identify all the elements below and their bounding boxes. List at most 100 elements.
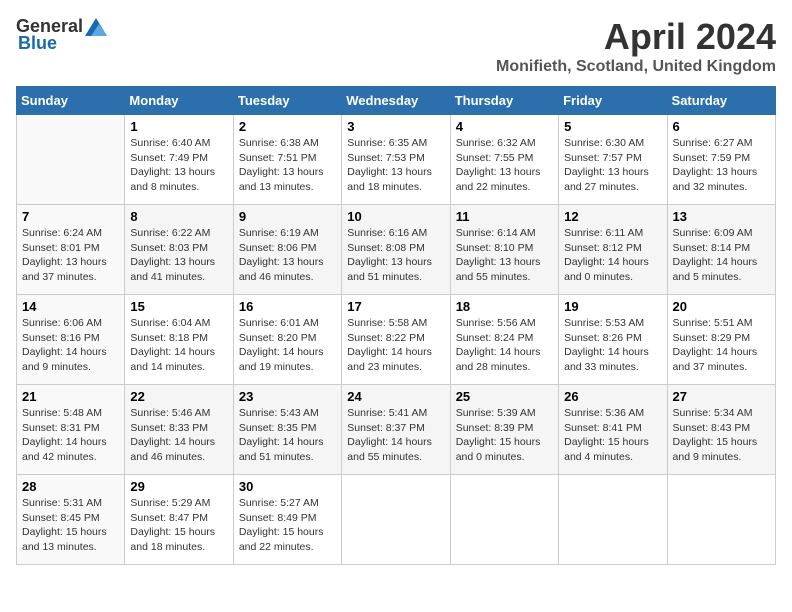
- calendar-cell: 24 Sunrise: 5:41 AM Sunset: 8:37 PM Dayli…: [342, 385, 450, 475]
- day-number: 5: [564, 119, 661, 134]
- logo-blue-text: Blue: [18, 33, 57, 54]
- calendar-cell: [667, 475, 775, 565]
- day-number: 2: [239, 119, 336, 134]
- day-number: 6: [673, 119, 770, 134]
- calendar-cell: 21Sunrise: 5:48 AM Sunset: 8:31 PM Dayli…: [17, 385, 125, 475]
- calendar-cell: 3 Sunrise: 6:35 AM Sunset: 7:53 PM Daylig…: [342, 115, 450, 205]
- day-info: Sunrise: 6:38 AM Sunset: 7:51 PM Dayligh…: [239, 136, 336, 195]
- day-number: 3: [347, 119, 444, 134]
- day-number: 30: [239, 479, 336, 494]
- day-info: Sunrise: 6:30 AM Sunset: 7:57 PM Dayligh…: [564, 136, 661, 195]
- day-info: Sunrise: 6:09 AM Sunset: 8:14 PM Dayligh…: [673, 226, 770, 285]
- day-header-saturday: Saturday: [667, 87, 775, 115]
- day-header-wednesday: Wednesday: [342, 87, 450, 115]
- calendar-table: SundayMondayTuesdayWednesdayThursdayFrid…: [16, 86, 776, 565]
- calendar-cell: 20 Sunrise: 5:51 AM Sunset: 8:29 PM Dayli…: [667, 295, 775, 385]
- day-header-tuesday: Tuesday: [233, 87, 341, 115]
- month-title: April 2024: [496, 16, 776, 58]
- calendar-cell: 29 Sunrise: 5:29 AM Sunset: 8:47 PM Dayli…: [125, 475, 233, 565]
- day-info: Sunrise: 5:48 AM Sunset: 8:31 PM Dayligh…: [22, 406, 119, 465]
- calendar-cell: 2 Sunrise: 6:38 AM Sunset: 7:51 PM Daylig…: [233, 115, 341, 205]
- day-info: Sunrise: 5:27 AM Sunset: 8:49 PM Dayligh…: [239, 496, 336, 555]
- calendar-cell: [559, 475, 667, 565]
- location: Monifieth, Scotland, United Kingdom: [496, 58, 776, 76]
- day-info: Sunrise: 5:58 AM Sunset: 8:22 PM Dayligh…: [347, 316, 444, 375]
- calendar-cell: 12 Sunrise: 6:11 AM Sunset: 8:12 PM Dayli…: [559, 205, 667, 295]
- calendar-week-1: 7 Sunrise: 6:24 AM Sunset: 8:01 PM Daylig…: [17, 205, 776, 295]
- calendar-cell: [17, 115, 125, 205]
- day-info: Sunrise: 5:29 AM Sunset: 8:47 PM Dayligh…: [130, 496, 227, 555]
- calendar-cell: 19Sunrise: 5:53 AM Sunset: 8:26 PM Dayli…: [559, 295, 667, 385]
- calendar-cell: 14Sunrise: 6:06 AM Sunset: 8:16 PM Dayli…: [17, 295, 125, 385]
- calendar-cell: 5 Sunrise: 6:30 AM Sunset: 7:57 PM Daylig…: [559, 115, 667, 205]
- day-info: Sunrise: 6:32 AM Sunset: 7:55 PM Dayligh…: [456, 136, 553, 195]
- day-number: 7: [22, 209, 119, 224]
- day-header-row: SundayMondayTuesdayWednesdayThursdayFrid…: [17, 87, 776, 115]
- calendar-cell: [342, 475, 450, 565]
- day-info: Sunrise: 5:46 AM Sunset: 8:33 PM Dayligh…: [130, 406, 227, 465]
- calendar-cell: 18 Sunrise: 5:56 AM Sunset: 8:24 PM Dayli…: [450, 295, 558, 385]
- calendar-cell: 1 Sunrise: 6:40 AM Sunset: 7:49 PM Daylig…: [125, 115, 233, 205]
- day-info: Sunrise: 6:01 AM Sunset: 8:20 PM Dayligh…: [239, 316, 336, 375]
- day-info: Sunrise: 6:11 AM Sunset: 8:12 PM Dayligh…: [564, 226, 661, 285]
- day-info: Sunrise: 5:41 AM Sunset: 8:37 PM Dayligh…: [347, 406, 444, 465]
- day-header-monday: Monday: [125, 87, 233, 115]
- calendar-cell: 16Sunrise: 6:01 AM Sunset: 8:20 PM Dayli…: [233, 295, 341, 385]
- day-number: 22: [130, 389, 227, 404]
- day-number: 10: [347, 209, 444, 224]
- title-section: April 2024 Monifieth, Scotland, United K…: [496, 16, 776, 76]
- day-number: 13: [673, 209, 770, 224]
- calendar-header: SundayMondayTuesdayWednesdayThursdayFrid…: [17, 87, 776, 115]
- calendar-cell: 7 Sunrise: 6:24 AM Sunset: 8:01 PM Daylig…: [17, 205, 125, 295]
- day-header-friday: Friday: [559, 87, 667, 115]
- day-info: Sunrise: 6:14 AM Sunset: 8:10 PM Dayligh…: [456, 226, 553, 285]
- calendar-cell: 15Sunrise: 6:04 AM Sunset: 8:18 PM Dayli…: [125, 295, 233, 385]
- day-info: Sunrise: 6:35 AM Sunset: 7:53 PM Dayligh…: [347, 136, 444, 195]
- day-number: 12: [564, 209, 661, 224]
- calendar-week-3: 21Sunrise: 5:48 AM Sunset: 8:31 PM Dayli…: [17, 385, 776, 475]
- day-number: 9: [239, 209, 336, 224]
- day-number: 24: [347, 389, 444, 404]
- day-number: 26: [564, 389, 661, 404]
- day-number: 25: [456, 389, 553, 404]
- calendar-body: 1 Sunrise: 6:40 AM Sunset: 7:49 PM Daylig…: [17, 115, 776, 565]
- calendar-cell: 11 Sunrise: 6:14 AM Sunset: 8:10 PM Dayli…: [450, 205, 558, 295]
- day-number: 4: [456, 119, 553, 134]
- calendar-cell: 27 Sunrise: 5:34 AM Sunset: 8:43 PM Dayli…: [667, 385, 775, 475]
- day-number: 17: [347, 299, 444, 314]
- calendar-cell: 17 Sunrise: 5:58 AM Sunset: 8:22 PM Dayli…: [342, 295, 450, 385]
- day-info: Sunrise: 5:39 AM Sunset: 8:39 PM Dayligh…: [456, 406, 553, 465]
- calendar-cell: 26Sunrise: 5:36 AM Sunset: 8:41 PM Dayli…: [559, 385, 667, 475]
- day-number: 19: [564, 299, 661, 314]
- calendar-week-4: 28 Sunrise: 5:31 AM Sunset: 8:45 PM Dayli…: [17, 475, 776, 565]
- calendar-cell: 30 Sunrise: 5:27 AM Sunset: 8:49 PM Dayli…: [233, 475, 341, 565]
- day-info: Sunrise: 6:24 AM Sunset: 8:01 PM Dayligh…: [22, 226, 119, 285]
- day-header-sunday: Sunday: [17, 87, 125, 115]
- calendar-cell: 25 Sunrise: 5:39 AM Sunset: 8:39 PM Dayli…: [450, 385, 558, 475]
- day-info: Sunrise: 5:43 AM Sunset: 8:35 PM Dayligh…: [239, 406, 336, 465]
- day-number: 27: [673, 389, 770, 404]
- day-number: 29: [130, 479, 227, 494]
- page-header: General Blue April 2024 Monifieth, Scotl…: [16, 16, 776, 76]
- day-number: 14: [22, 299, 119, 314]
- day-info: Sunrise: 5:56 AM Sunset: 8:24 PM Dayligh…: [456, 316, 553, 375]
- calendar-cell: 28 Sunrise: 5:31 AM Sunset: 8:45 PM Dayli…: [17, 475, 125, 565]
- day-header-thursday: Thursday: [450, 87, 558, 115]
- day-number: 8: [130, 209, 227, 224]
- calendar-cell: [450, 475, 558, 565]
- day-info: Sunrise: 6:27 AM Sunset: 7:59 PM Dayligh…: [673, 136, 770, 195]
- calendar-cell: 9 Sunrise: 6:19 AM Sunset: 8:06 PM Daylig…: [233, 205, 341, 295]
- day-info: Sunrise: 5:51 AM Sunset: 8:29 PM Dayligh…: [673, 316, 770, 375]
- day-number: 18: [456, 299, 553, 314]
- day-number: 1: [130, 119, 227, 134]
- day-number: 28: [22, 479, 119, 494]
- day-number: 11: [456, 209, 553, 224]
- day-info: Sunrise: 6:40 AM Sunset: 7:49 PM Dayligh…: [130, 136, 227, 195]
- day-number: 20: [673, 299, 770, 314]
- day-info: Sunrise: 5:34 AM Sunset: 8:43 PM Dayligh…: [673, 406, 770, 465]
- calendar-cell: 4 Sunrise: 6:32 AM Sunset: 7:55 PM Daylig…: [450, 115, 558, 205]
- logo-icon: [85, 18, 107, 36]
- day-info: Sunrise: 6:19 AM Sunset: 8:06 PM Dayligh…: [239, 226, 336, 285]
- day-info: Sunrise: 6:04 AM Sunset: 8:18 PM Dayligh…: [130, 316, 227, 375]
- day-info: Sunrise: 5:31 AM Sunset: 8:45 PM Dayligh…: [22, 496, 119, 555]
